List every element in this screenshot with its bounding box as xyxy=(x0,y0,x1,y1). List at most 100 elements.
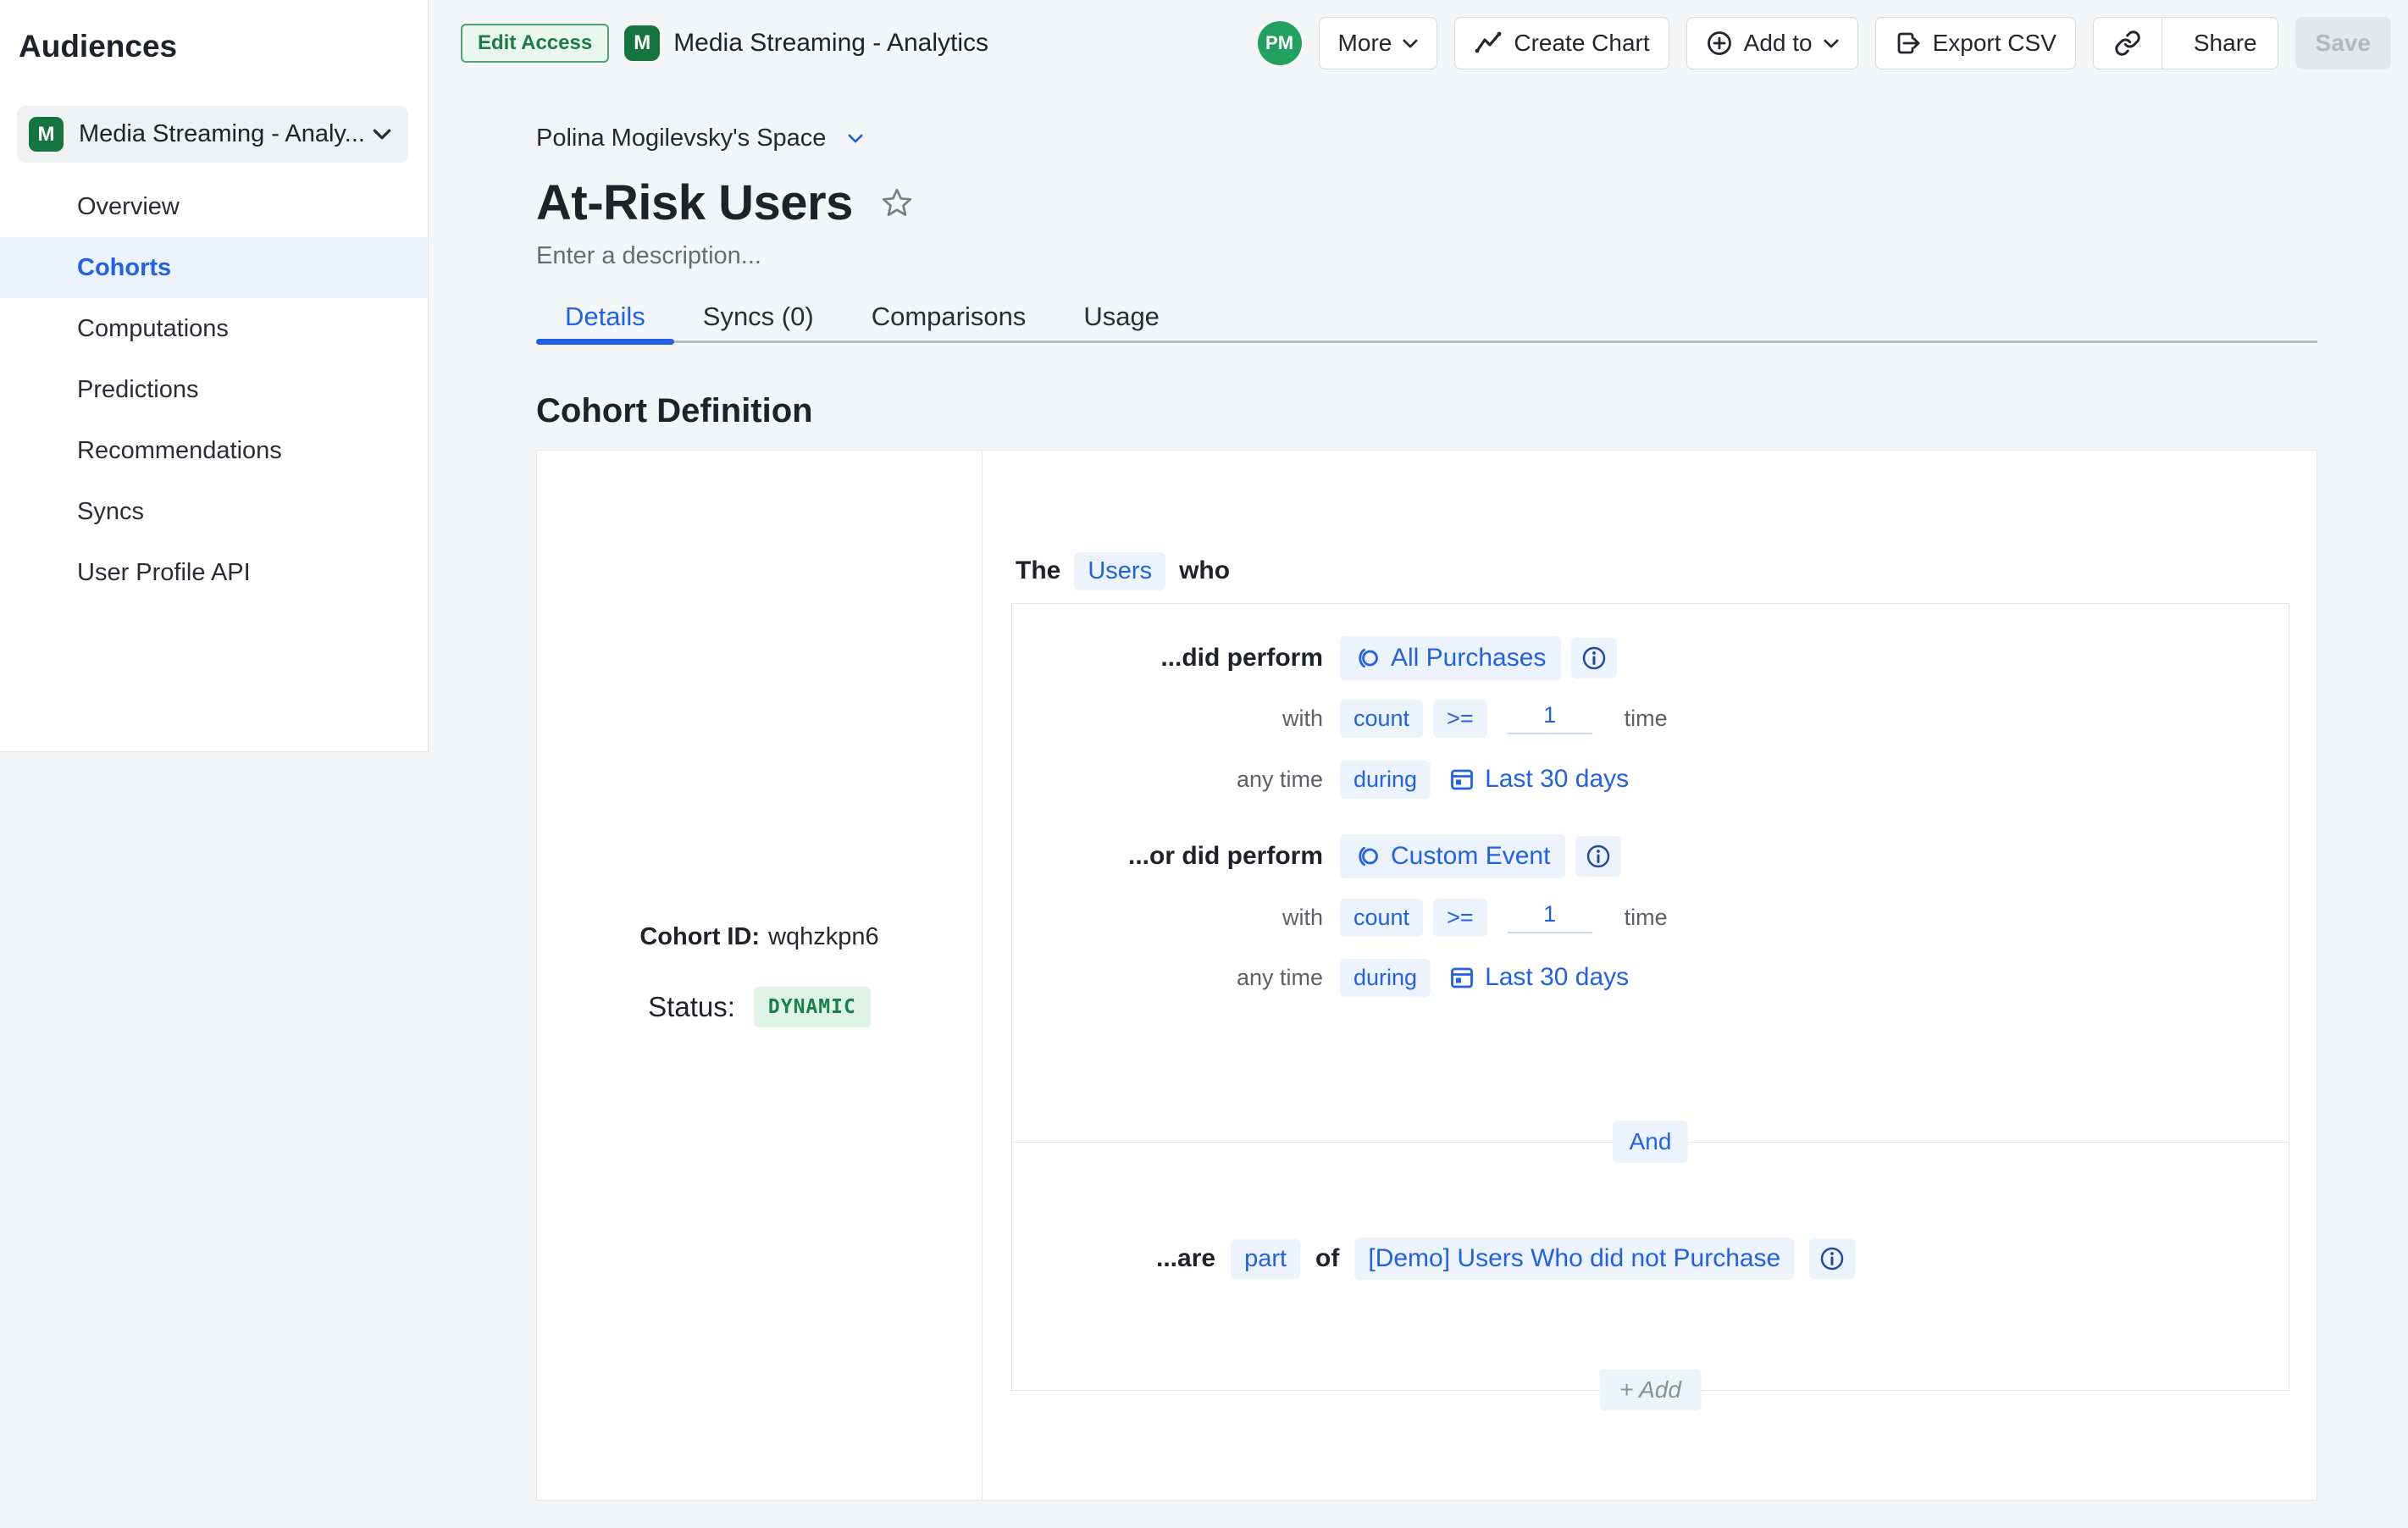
clause1-event-pill[interactable]: All Purchases xyxy=(1340,636,1561,680)
cohort-meta-panel: Cohort ID:wqhzkpn6 Status: DYNAMIC xyxy=(537,451,983,1500)
clause2-aggregation-pill[interactable]: count xyxy=(1340,899,1423,937)
membership-part-pill[interactable]: part xyxy=(1231,1239,1300,1279)
event-icon xyxy=(1355,844,1381,869)
clause1-during-pill[interactable]: during xyxy=(1340,761,1431,799)
create-chart-label: Create Chart xyxy=(1514,30,1649,57)
chevron-down-icon xyxy=(373,129,391,140)
share-button[interactable]: Share xyxy=(2173,18,2278,69)
sidebar-item-computations[interactable]: Computations xyxy=(0,298,428,359)
tab-usage[interactable]: Usage xyxy=(1055,290,1188,344)
clause1-date-range[interactable]: Last 30 days xyxy=(1449,765,1629,794)
copy-link-button[interactable] xyxy=(2094,18,2162,69)
clause1-date-range-label: Last 30 days xyxy=(1485,765,1629,794)
clause1-operator-pill[interactable]: >= xyxy=(1433,700,1487,738)
sidebar-item-recommendations[interactable]: Recommendations xyxy=(0,420,428,481)
subject-who: who xyxy=(1179,556,1230,585)
section-heading: Cohort Definition xyxy=(536,392,813,430)
membership-of-label: of xyxy=(1315,1244,1339,1273)
membership-cohort-name: [Demo] Users Who did not Purchase xyxy=(1368,1244,1780,1273)
sidebar: Audiences M Media Streaming - Analy... O… xyxy=(0,0,429,752)
membership-are-label: ...are xyxy=(1156,1244,1215,1273)
sidebar-item-cohorts[interactable]: Cohorts xyxy=(0,237,428,298)
tab-details[interactable]: Details xyxy=(536,290,674,344)
clause2-event-name: Custom Event xyxy=(1391,842,1550,871)
save-button[interactable]: Save xyxy=(2295,17,2391,69)
sidebar-item-predictions[interactable]: Predictions xyxy=(0,359,428,420)
status-label: Status: xyxy=(648,991,735,1023)
more-button-label: More xyxy=(1338,30,1392,57)
clause1-perform-row: ...did perform All Purchases xyxy=(1012,634,2289,682)
clause2-event-pill[interactable]: Custom Event xyxy=(1340,834,1565,878)
membership-cohort-pill[interactable]: [Demo] Users Who did not Purchase xyxy=(1354,1237,1794,1280)
subject-the: The xyxy=(1016,556,1060,585)
clause-box: ...did perform All Purchases xyxy=(1011,603,2289,1391)
share-split-button: Share xyxy=(2093,17,2278,69)
clause1-info-button[interactable] xyxy=(1571,638,1617,678)
create-chart-button[interactable]: Create Chart xyxy=(1454,17,1669,69)
subject-type-pill[interactable]: Users xyxy=(1074,552,1165,590)
clause2-operator-pill[interactable]: >= xyxy=(1433,899,1487,937)
topbar: Edit Access M Media Streaming - Analytic… xyxy=(429,0,2408,86)
sidebar-item-user-profile-api[interactable]: User Profile API xyxy=(0,542,428,603)
clause2-perform-row: ...or did perform Custom Event xyxy=(1012,833,2289,880)
tab-syncs[interactable]: Syncs (0) xyxy=(674,290,843,344)
project-selector[interactable]: M Media Streaming - Analy... xyxy=(17,106,408,163)
space-name: Polina Mogilevsky's Space xyxy=(536,125,826,152)
chevron-down-icon xyxy=(1824,39,1839,48)
sidebar-item-syncs[interactable]: Syncs xyxy=(0,481,428,542)
sidebar-title: Audiences xyxy=(19,29,177,64)
page-title[interactable]: At-Risk Users xyxy=(536,174,853,231)
description-placeholder[interactable]: Enter a description... xyxy=(536,242,761,270)
project-selector-label: Media Streaming - Analy... xyxy=(79,120,365,148)
status-badge: DYNAMIC xyxy=(754,987,871,1027)
clause2-during-pill[interactable]: during xyxy=(1340,959,1431,997)
avatar[interactable]: PM xyxy=(1258,21,1302,65)
chevron-down-icon xyxy=(848,134,863,143)
plus-circle-icon xyxy=(1706,30,1733,57)
clause1-count-row: with count >= time xyxy=(1012,695,2289,742)
project-badge: M xyxy=(29,117,64,152)
calendar-icon xyxy=(1449,767,1475,792)
tab-comparisons[interactable]: Comparisons xyxy=(843,290,1055,344)
tab-bar: Details Syncs (0) Comparisons Usage xyxy=(536,290,2317,344)
sidebar-item-overview[interactable]: Overview xyxy=(0,176,428,237)
and-connector-pill[interactable]: And xyxy=(1613,1121,1689,1163)
calendar-icon xyxy=(1449,965,1475,990)
clause1-unit-label: time xyxy=(1625,706,1668,732)
main-content: Polina Mogilevsky's Space At-Risk Users … xyxy=(429,86,2408,1528)
clause1-aggregation-pill[interactable]: count xyxy=(1340,700,1423,738)
clause2-date-range-label: Last 30 days xyxy=(1485,963,1629,992)
clause1-perform-label: ...did perform xyxy=(1012,644,1323,673)
star-icon[interactable] xyxy=(880,186,914,220)
subject-row: The Users who xyxy=(1016,551,1230,591)
clause2-date-range[interactable]: Last 30 days xyxy=(1449,963,1629,992)
clause2-when-label: any time xyxy=(1012,965,1323,991)
clause1-count-input[interactable] xyxy=(1508,702,1592,734)
edit-access-badge[interactable]: Edit Access xyxy=(461,24,609,63)
membership-info-button[interactable] xyxy=(1809,1238,1855,1279)
more-button[interactable]: More xyxy=(1319,17,1438,69)
clause2-with-label: with xyxy=(1012,905,1323,931)
clause1-when-label: any time xyxy=(1012,767,1323,793)
status-row: Status: DYNAMIC xyxy=(648,987,871,1027)
tab-baseline xyxy=(536,340,2317,343)
add-clause-button[interactable]: + Add xyxy=(1599,1370,1702,1410)
clause2-info-button[interactable] xyxy=(1575,836,1621,877)
topbar-actions: PM More Create Chart Add to xyxy=(1258,17,2391,69)
project-badge: M xyxy=(624,25,660,61)
clause2-unit-label: time xyxy=(1625,905,1668,931)
title-row: At-Risk Users xyxy=(536,174,914,231)
export-csv-button[interactable]: Export CSV xyxy=(1875,17,2076,69)
event-icon xyxy=(1355,645,1381,671)
save-label: Save xyxy=(2316,30,2371,57)
export-csv-label: Export CSV xyxy=(1933,30,2056,57)
add-to-button[interactable]: Add to xyxy=(1686,17,1858,69)
definition-panel: The Users who ...did perform All Purchas… xyxy=(983,451,2317,1500)
clause2-count-input[interactable] xyxy=(1508,901,1592,933)
clause2-count-row: with count >= time xyxy=(1012,894,2289,941)
info-icon xyxy=(1586,844,1611,869)
space-breadcrumb[interactable]: Polina Mogilevsky's Space xyxy=(536,123,863,153)
chart-line-icon xyxy=(1474,29,1503,58)
clause1-event-name: All Purchases xyxy=(1391,644,1546,673)
export-icon xyxy=(1895,30,1922,57)
